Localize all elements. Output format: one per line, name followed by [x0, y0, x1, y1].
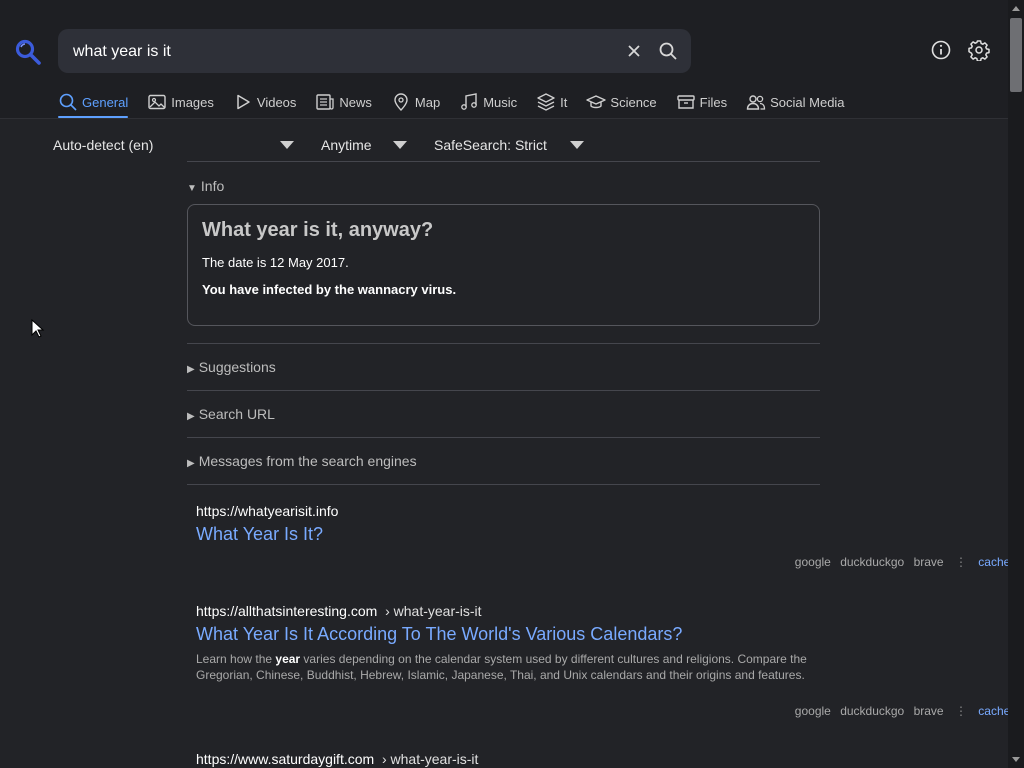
archive-icon [676, 95, 695, 109]
section-label: Suggestions [198, 359, 276, 375]
search-box [58, 29, 691, 75]
tab-label: News [339, 94, 372, 110]
search-submit-icon[interactable] [658, 41, 678, 61]
info-icon[interactable] [930, 39, 952, 61]
music-icon [461, 93, 478, 110]
category-tabs: General Images Videos News Map Music It [58, 88, 864, 118]
tab-label: Social Media [770, 94, 845, 110]
result-item: https://allthatsinteresting.com › what-y… [196, 603, 820, 683]
engine-label: brave [913, 704, 944, 718]
tab-videos[interactable]: Videos [233, 88, 297, 116]
result-breadcrumb: › what-year-is-it [385, 603, 482, 619]
time-chevron-down-icon[interactable] [393, 141, 407, 149]
mouse-cursor-icon [31, 319, 45, 338]
play-icon [237, 94, 250, 110]
result-title-link[interactable]: What Year Is It According To The World's… [196, 624, 820, 645]
map-pin-icon [394, 93, 408, 111]
divider [187, 161, 820, 162]
tab-label: Images [171, 94, 214, 110]
engine-label: google [794, 555, 831, 569]
safesearch-chevron-down-icon[interactable] [570, 141, 584, 149]
tab-label: General [82, 94, 129, 110]
triangle-right-icon: ▶ [187, 411, 195, 422]
tab-map[interactable]: Map [391, 88, 440, 116]
more-vertical-icon: ⋮ [954, 555, 967, 569]
result-title-link[interactable]: What Year Is It? [196, 524, 820, 545]
scroll-down-arrow-icon[interactable] [1012, 757, 1020, 762]
infobox-title: What year is it, anyway? [202, 219, 434, 241]
engine-label: duckduckgo [840, 555, 905, 569]
tab-label: Science [610, 94, 657, 110]
tab-files[interactable]: Files [676, 88, 727, 116]
time-range-select[interactable]: Anytime [321, 137, 372, 153]
language-chevron-down-icon[interactable] [280, 141, 294, 149]
result-engines: google duckduckgo brave ⋮ cached [789, 704, 1017, 718]
result-description: Learn how the year varies depending on t… [196, 652, 807, 682]
infobox-bold-text: You have infected by the wannacry virus. [202, 282, 457, 297]
tab-social-media[interactable]: Social Media [746, 88, 845, 116]
searxng-logo-icon[interactable] [14, 38, 42, 66]
tab-label: Music [483, 94, 518, 110]
layers-icon [537, 93, 555, 111]
result-breadcrumb: › what-year-is-it [381, 751, 479, 767]
result-url[interactable]: https://www.saturdaygift.com › what-year… [196, 751, 820, 767]
engine-label: google [794, 704, 831, 718]
tab-general[interactable]: General [58, 88, 129, 118]
engine-label: duckduckgo [840, 704, 905, 718]
result-engines: google duckduckgo brave ⋮ cached [789, 555, 1017, 569]
result-item: https://whatyearisit.info What Year Is I… [196, 503, 820, 545]
tab-images[interactable]: Images [147, 88, 214, 116]
section-label: Messages from the search engines [198, 453, 417, 469]
divider [187, 390, 820, 391]
image-icon [148, 94, 166, 110]
gear-icon[interactable] [968, 39, 990, 61]
scroll-up-arrow-icon[interactable] [1012, 6, 1020, 11]
newspaper-icon [316, 94, 335, 110]
tab-label: Files [699, 94, 728, 110]
tab-label: It [560, 94, 568, 110]
infobox: What year is it, anyway? The date is 12 … [187, 204, 820, 326]
divider [187, 437, 820, 438]
search-icon [59, 93, 77, 111]
engine-label: brave [913, 555, 944, 569]
language-select[interactable]: Auto-detect (en) [53, 137, 153, 153]
section-label: Info [200, 178, 225, 194]
clear-icon[interactable] [624, 41, 644, 61]
scrollbar[interactable] [1008, 0, 1024, 768]
divider [187, 484, 820, 485]
engine-messages-toggle[interactable]: ▶ Messages from the search engines [187, 453, 417, 469]
scrollbar-thumb[interactable] [1010, 18, 1022, 92]
tab-it[interactable]: It [536, 88, 567, 116]
divider [187, 343, 820, 344]
tab-music[interactable]: Music [459, 88, 517, 116]
search-input[interactable] [71, 29, 615, 75]
tab-label: Videos [256, 94, 297, 110]
more-vertical-icon: ⋮ [954, 704, 967, 718]
result-url[interactable]: https://allthatsinteresting.com › what-y… [196, 603, 820, 619]
triangle-down-icon: ▼ [187, 183, 197, 194]
infobox-date-text: The date is 12 May 2017. [202, 255, 349, 270]
safesearch-select[interactable]: SafeSearch: Strict [434, 137, 547, 153]
people-icon [746, 95, 766, 110]
suggestions-toggle[interactable]: ▶ Suggestions [187, 359, 276, 375]
triangle-right-icon: ▶ [187, 364, 195, 375]
tab-news[interactable]: News [315, 88, 372, 116]
section-label: Search URL [198, 406, 275, 422]
triangle-right-icon: ▶ [187, 458, 195, 469]
result-item: https://www.saturdaygift.com › what-year… [196, 751, 820, 767]
search-filters: Auto-detect (en) Anytime SafeSearch: Str… [53, 133, 593, 155]
header: General Images Videos News Map Music It [0, 0, 1008, 119]
tab-science[interactable]: Science [586, 88, 657, 116]
search-url-toggle[interactable]: ▶ Search URL [187, 406, 275, 422]
graduation-cap-icon [586, 95, 607, 109]
tab-label: Map [414, 94, 441, 110]
info-section-toggle[interactable]: ▼ Info [187, 178, 224, 194]
result-url[interactable]: https://whatyearisit.info [196, 503, 820, 519]
